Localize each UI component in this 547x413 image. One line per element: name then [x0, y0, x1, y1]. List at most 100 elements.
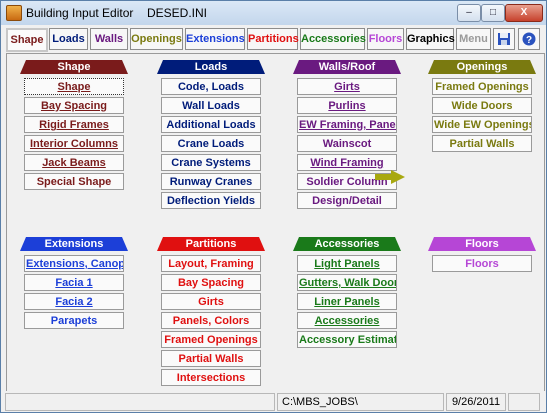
group-extensions: Extensions Extensions, Canopies Facia 1 … [20, 237, 128, 331]
partition-framed-openings-button[interactable]: Framed Openings [161, 331, 261, 348]
runway-cranes-button[interactable]: Runway Cranes [161, 173, 261, 190]
extensions-canopies-button[interactable]: Extensions, Canopies [24, 255, 124, 272]
gutters-walk-doors-button[interactable]: Gutters, Walk Doors [297, 274, 397, 291]
ew-framing-panels-button[interactable]: EW Framing, Panels [297, 116, 397, 133]
app-window: Building Input Editor DESED.INI – □ X Sh… [0, 0, 547, 413]
toolbar: Shape Loads Walls Openings Extensions Pa… [6, 28, 543, 52]
facia-1-button[interactable]: Facia 1 [24, 274, 124, 291]
group-partitions: Partitions Layout, Framing Bay Spacing G… [157, 237, 265, 388]
wind-framing-button[interactable]: Wind Framing [297, 154, 397, 171]
tab-menu-label: Menu [459, 33, 488, 45]
accessories-button[interactable]: Accessories [297, 312, 397, 329]
wainscot-button[interactable]: Wainscot [297, 135, 397, 152]
layout-framing-button[interactable]: Layout, Framing [161, 255, 261, 272]
group-accessories-title: Accessories [314, 238, 380, 250]
group-shape: Shape Shape Bay Spacing Rigid Frames Int… [20, 60, 128, 192]
tab-openings-label: Openings [131, 33, 182, 45]
group-accessories-header: Accessories [293, 237, 401, 251]
facia-2-button[interactable]: Facia 2 [24, 293, 124, 310]
group-floors: Floors Floors [428, 237, 536, 274]
save-icon[interactable] [493, 28, 515, 50]
partition-bay-spacing-button[interactable]: Bay Spacing [161, 274, 261, 291]
group-partitions-header: Partitions [157, 237, 265, 251]
status-panel-right [508, 393, 540, 411]
interior-columns-button[interactable]: Interior Columns [24, 135, 124, 152]
jack-beams-button[interactable]: Jack Beams [24, 154, 124, 171]
tab-accessories-label: Accessories [301, 33, 366, 45]
help-icon[interactable]: ? [518, 28, 540, 50]
code-loads-button[interactable]: Code, Loads [161, 78, 261, 95]
additional-loads-button[interactable]: Additional Loads [161, 116, 261, 133]
tab-shape[interactable]: Shape [6, 28, 48, 52]
arrow-right-icon [375, 170, 405, 184]
tab-floors[interactable]: Floors [367, 28, 404, 50]
crane-systems-button[interactable]: Crane Systems [161, 154, 261, 171]
floors-button[interactable]: Floors [432, 255, 532, 272]
tab-graphics[interactable]: Graphics [406, 28, 455, 50]
panels-colors-button[interactable]: Panels, Colors [161, 312, 261, 329]
group-extensions-header: Extensions [20, 237, 128, 251]
group-loads-header: Loads [157, 60, 265, 74]
title-bar: Building Input Editor DESED.INI – □ X [1, 1, 546, 25]
window-title: Building Input Editor [26, 6, 134, 20]
wall-loads-button[interactable]: Wall Loads [161, 97, 261, 114]
tab-partitions[interactable]: Partitions [247, 28, 299, 50]
crane-loads-button[interactable]: Crane Loads [161, 135, 261, 152]
partition-partial-walls-button[interactable]: Partial Walls [161, 350, 261, 367]
rigid-frames-button[interactable]: Rigid Frames [24, 116, 124, 133]
group-extensions-title: Extensions [44, 238, 104, 250]
group-openings-header: Openings [428, 60, 536, 74]
group-walls-roof-title: Walls/Roof [318, 61, 376, 73]
close-button[interactable]: X [505, 4, 543, 22]
bay-spacing-button[interactable]: Bay Spacing [24, 97, 124, 114]
group-partitions-title: Partitions [185, 238, 237, 250]
app-icon [6, 5, 22, 21]
group-walls-roof-header: Walls/Roof [293, 60, 401, 74]
wide-doors-button[interactable]: Wide Doors [432, 97, 532, 114]
partition-girts-button[interactable]: Girts [161, 293, 261, 310]
group-shape-header: Shape [20, 60, 128, 74]
group-walls-roof: Walls/Roof Girts Purlins EW Framing, Pan… [293, 60, 401, 211]
framed-openings-button[interactable]: Framed Openings [432, 78, 532, 95]
tab-walls-label: Walls [94, 33, 124, 45]
group-floors-header: Floors [428, 237, 536, 251]
tab-openings[interactable]: Openings [130, 28, 183, 50]
svg-text:?: ? [526, 35, 532, 46]
tab-loads[interactable]: Loads [49, 28, 88, 50]
main-panel: Shape Shape Bay Spacing Rigid Frames Int… [6, 53, 545, 392]
girts-button[interactable]: Girts [297, 78, 397, 95]
tab-shape-label: Shape [10, 34, 44, 46]
tab-loads-label: Loads [52, 33, 85, 45]
tab-partitions-label: Partitions [248, 33, 299, 45]
group-openings: Openings Framed Openings Wide Doors Wide… [428, 60, 536, 154]
status-panel-left [5, 393, 275, 411]
special-shape-button[interactable]: Special Shape [24, 173, 124, 190]
light-panels-button[interactable]: Light Panels [297, 255, 397, 272]
deflection-yields-button[interactable]: Deflection Yields [161, 192, 261, 209]
tab-extensions[interactable]: Extensions [185, 28, 245, 50]
wide-ew-openings-button[interactable]: Wide EW Openings [432, 116, 532, 133]
accessory-estimates-button[interactable]: Accessory Estimates [297, 331, 397, 348]
group-loads: Loads Code, Loads Wall Loads Additional … [157, 60, 265, 211]
parapets-button[interactable]: Parapets [24, 312, 124, 329]
group-accessories: Accessories Light Panels Gutters, Walk D… [293, 237, 401, 350]
tab-floors-label: Floors [368, 33, 403, 45]
tab-walls[interactable]: Walls [90, 28, 128, 50]
minimize-button[interactable]: – [457, 4, 481, 22]
tab-accessories[interactable]: Accessories [300, 28, 366, 50]
design-detail-button[interactable]: Design/Detail [297, 192, 397, 209]
tab-extensions-label: Extensions [186, 33, 245, 45]
maximize-button[interactable]: □ [481, 4, 505, 22]
group-shape-title: Shape [57, 61, 91, 73]
status-path: C:\MBS_JOBS\ [277, 393, 444, 411]
group-loads-title: Loads [194, 61, 228, 73]
intersections-button[interactable]: Intersections [161, 369, 261, 386]
partial-walls-openings-button[interactable]: Partial Walls [432, 135, 532, 152]
liner-panels-button[interactable]: Liner Panels [297, 293, 397, 310]
tab-menu[interactable]: Menu [456, 28, 491, 50]
shape-button[interactable]: Shape [24, 78, 124, 95]
window-file-name: DESED.INI [147, 6, 208, 20]
status-bar: C:\MBS_JOBS\ 9/26/2011 [1, 391, 546, 412]
group-openings-title: Openings [456, 61, 508, 73]
purlins-button[interactable]: Purlins [297, 97, 397, 114]
